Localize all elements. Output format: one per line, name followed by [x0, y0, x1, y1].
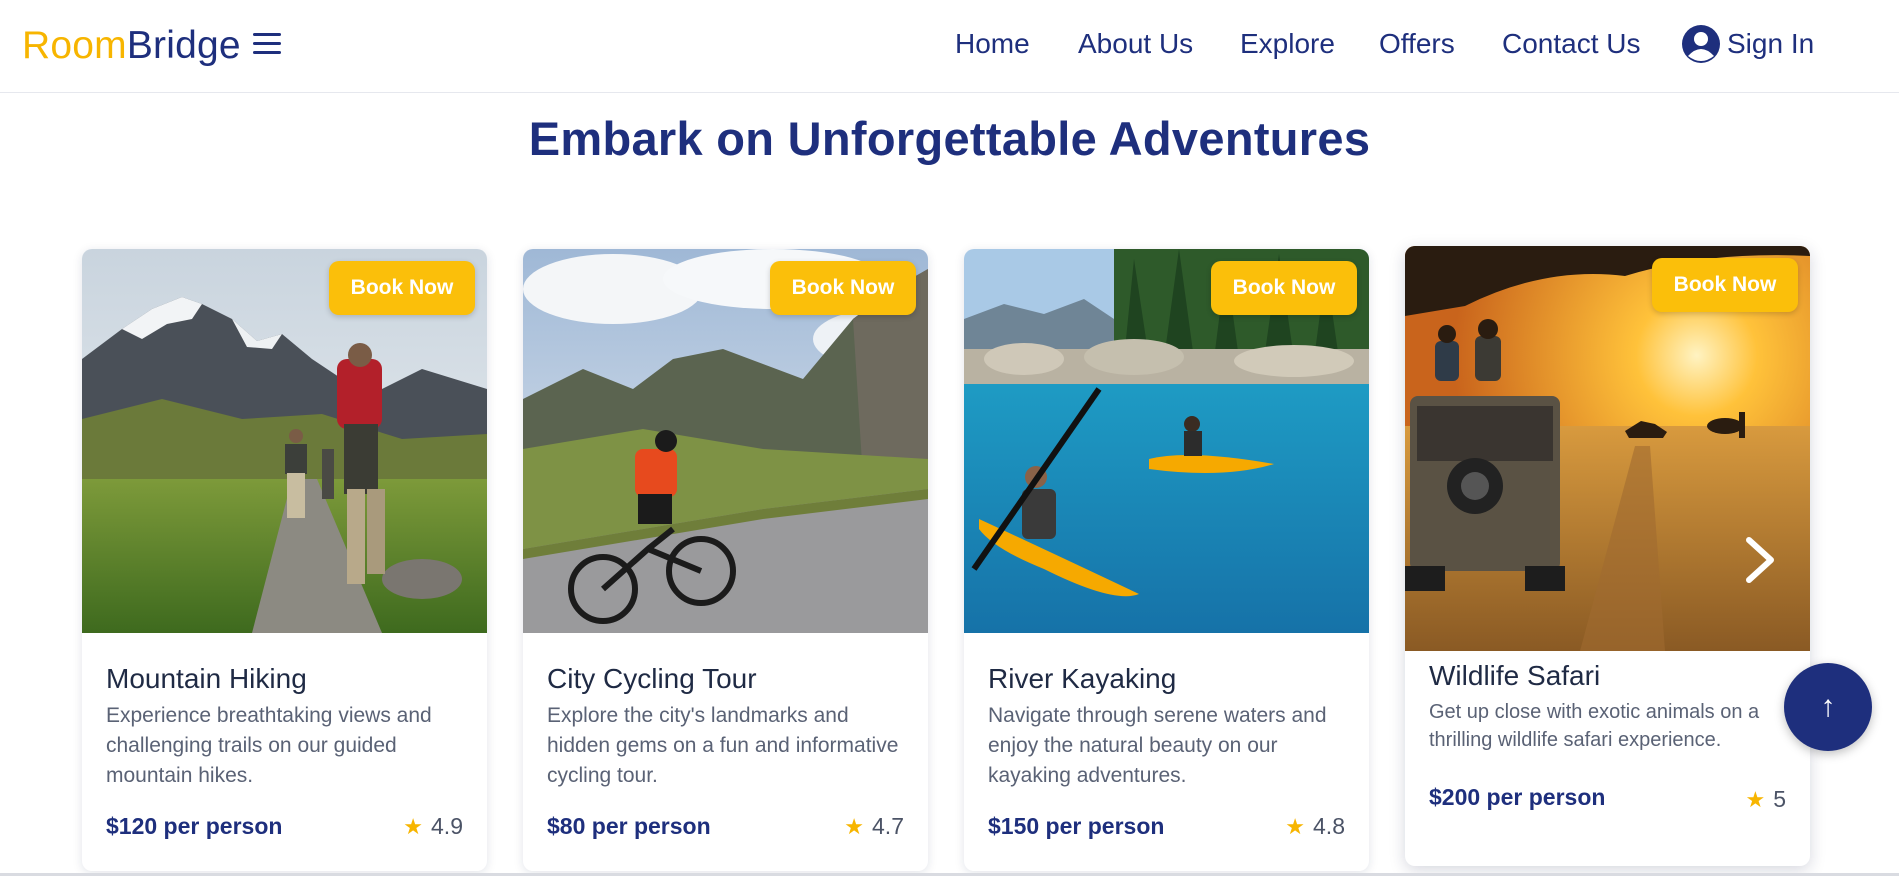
chevron-right-icon[interactable] — [1735, 534, 1785, 586]
card-price: $120 per person — [106, 813, 283, 839]
card-description: Explore the city's landmarks and hidden … — [547, 704, 899, 787]
card-rating: ★ 4.7 — [844, 813, 904, 840]
card-description: Get up close with exotic animals on a th… — [1429, 701, 1760, 751]
activity-card-hiking: Book Now Mountain Hiking Experience brea… — [82, 249, 487, 871]
book-now-button[interactable]: Book Now — [329, 261, 475, 315]
activity-card-cycling: Book Now City Cycling Tour Explore the c… — [523, 249, 928, 871]
card-rating: ★ 4.8 — [1285, 813, 1345, 840]
logo[interactable]: RoomBridge — [22, 24, 241, 68]
logo-part-bridge: Bridge — [126, 24, 241, 67]
card-price: $80 per person — [547, 813, 711, 839]
rating-value: 5 — [1773, 786, 1786, 812]
arrow-up-icon: ↑ — [1820, 690, 1836, 723]
sign-in-label: Sign In — [1727, 28, 1815, 59]
rating-value: 4.8 — [1313, 813, 1345, 839]
user-circle-icon — [1682, 25, 1720, 63]
section-title: Embark on Unforgettable Adventures — [528, 112, 1371, 165]
rating-value: 4.7 — [872, 813, 904, 839]
card-rating: ★ 4.9 — [403, 813, 463, 840]
card-title: River Kayaking — [988, 663, 1177, 694]
card-price: $200 per person — [1429, 784, 1606, 810]
site-header: RoomBridge Home About Us Explore Offers … — [0, 0, 1899, 93]
card-title: Wildlife Safari — [1429, 660, 1601, 691]
nav-contact-us[interactable]: Contact Us — [1502, 28, 1641, 60]
card-description: Navigate through serene waters and enjoy… — [988, 704, 1327, 787]
nav-home[interactable]: Home — [955, 28, 1030, 60]
logo-part-room: Room — [22, 24, 127, 67]
card-rating: ★ 5 — [1745, 786, 1786, 813]
rating-value: 4.9 — [431, 813, 463, 839]
book-now-button[interactable]: Book Now — [1211, 261, 1357, 315]
star-icon: ★ — [1285, 813, 1306, 839]
card-description: Experience breathtaking views and challe… — [106, 704, 432, 787]
star-icon: ★ — [403, 813, 424, 839]
star-icon: ★ — [844, 813, 865, 839]
activity-card-kayaking: Book Now River Kayaking Navigate through… — [964, 249, 1369, 871]
book-now-button[interactable]: Book Now — [770, 261, 916, 315]
book-now-button[interactable]: Book Now — [1652, 258, 1798, 312]
star-icon: ★ — [1745, 786, 1766, 812]
hamburger-menu-icon[interactable] — [253, 33, 281, 55]
scroll-to-top-button[interactable]: ↑ — [1784, 663, 1872, 751]
nav-explore[interactable]: Explore — [1240, 28, 1335, 60]
card-title: Mountain Hiking — [106, 663, 307, 694]
nav-offers[interactable]: Offers — [1379, 28, 1455, 60]
card-price: $150 per person — [988, 813, 1165, 839]
nav-about-us[interactable]: About Us — [1078, 28, 1193, 60]
sign-in-button[interactable]: Sign In — [1681, 24, 1814, 64]
card-title: City Cycling Tour — [547, 663, 757, 694]
